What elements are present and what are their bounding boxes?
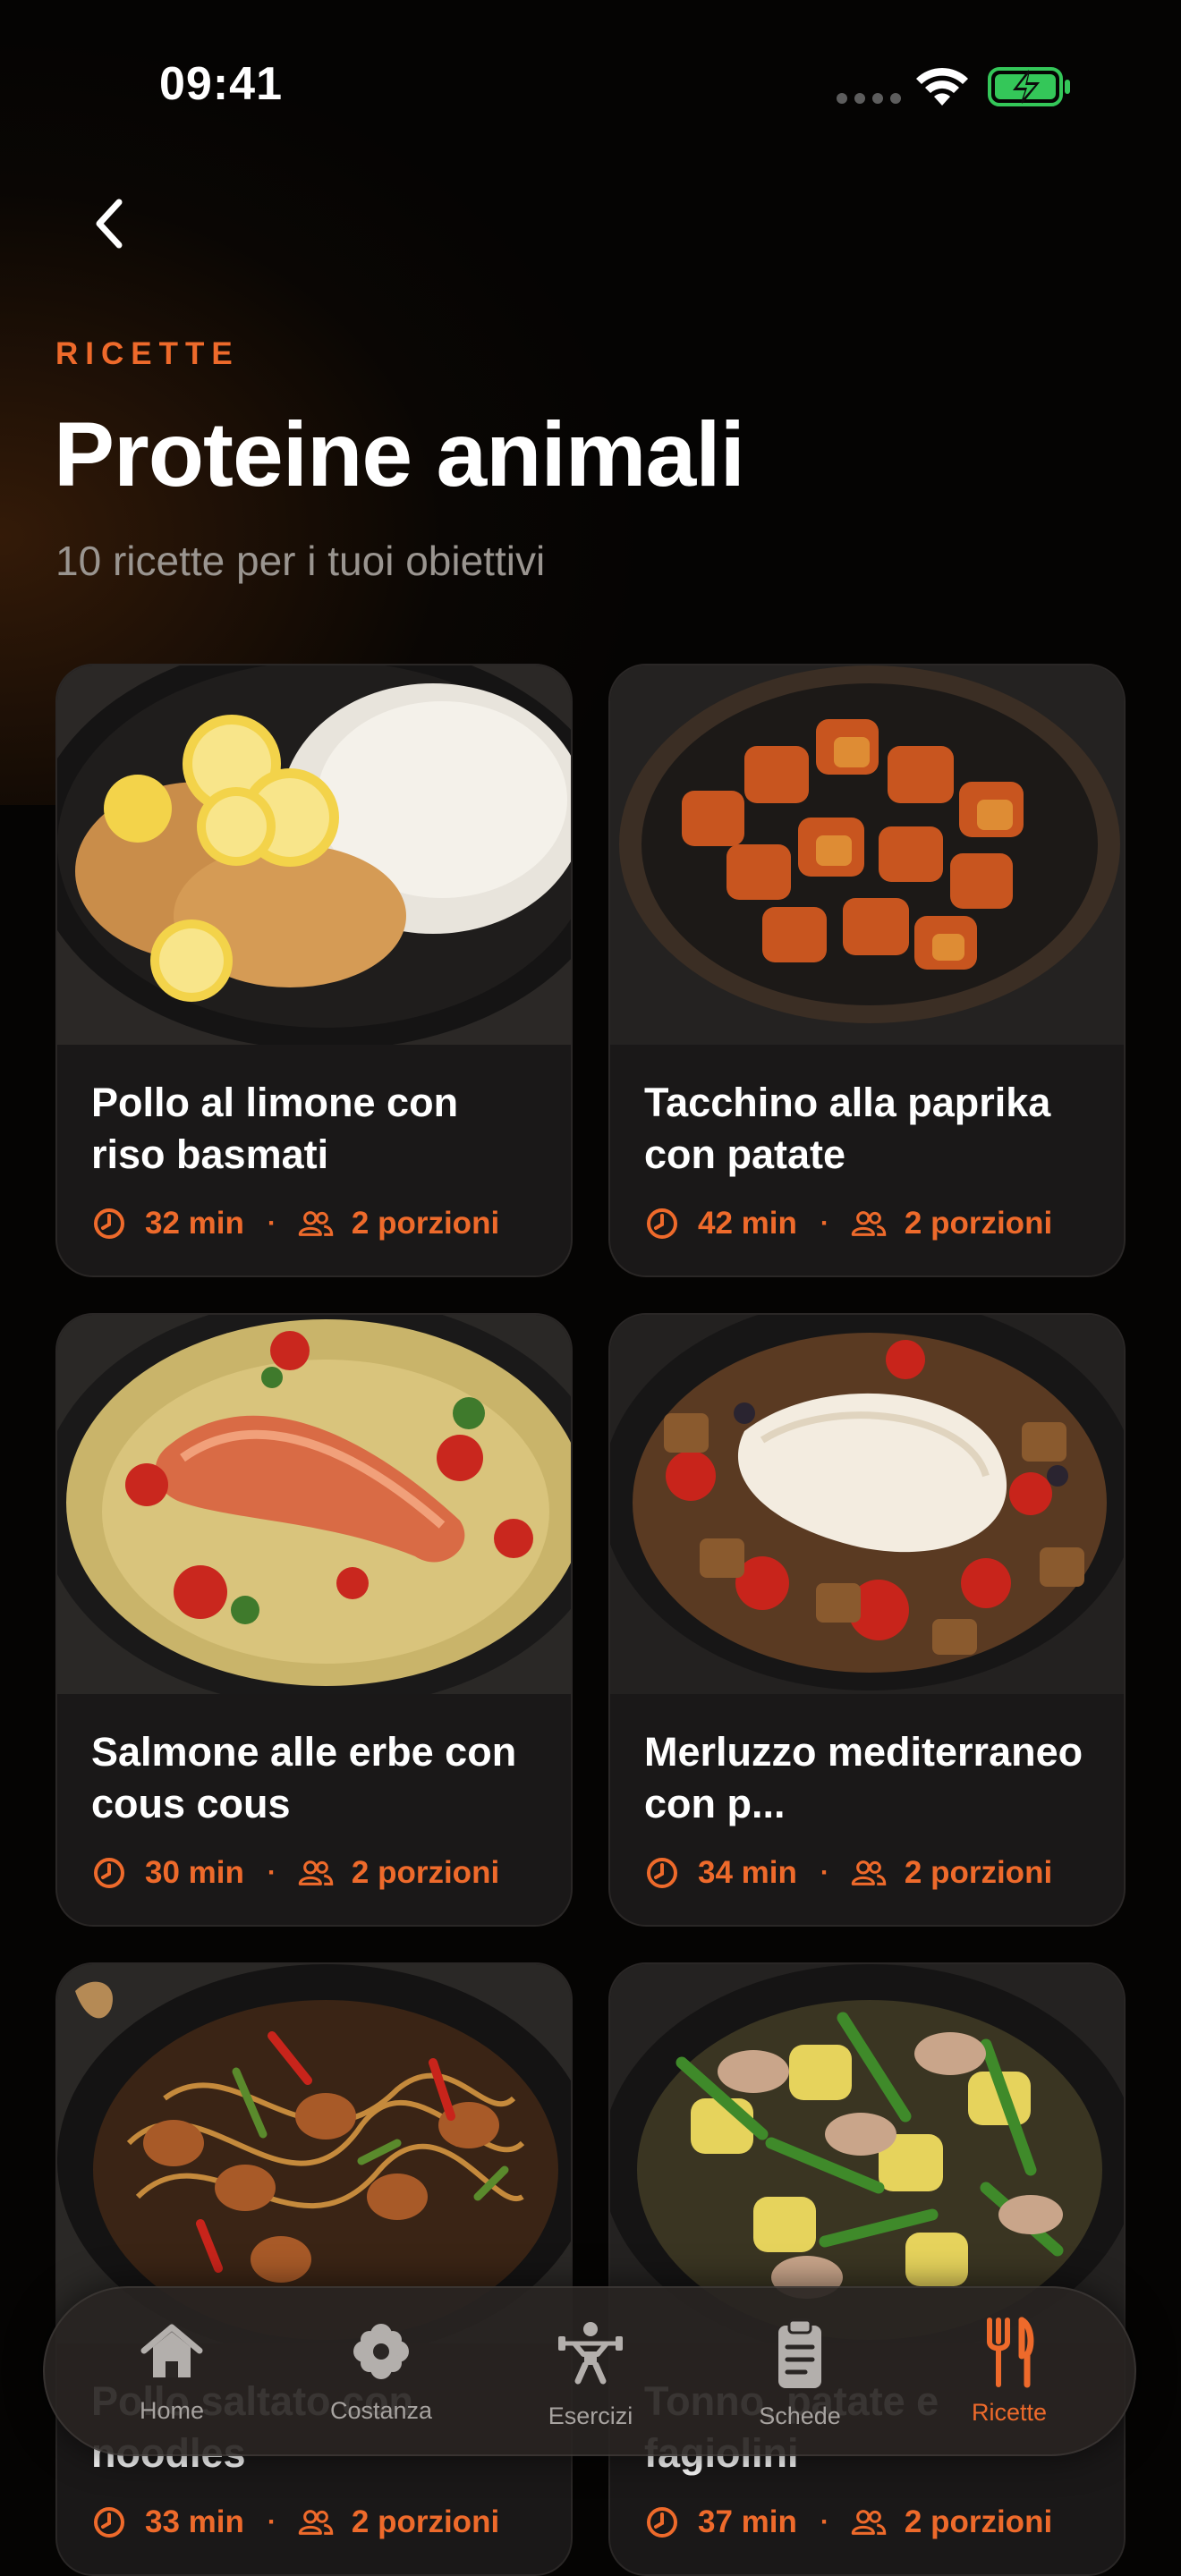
recipe-servings: 2 porzioni: [904, 1206, 1053, 1241]
recipe-time: 30 min: [145, 1855, 244, 1890]
recipe-photo: [610, 665, 1124, 1045]
tab-esercizi[interactable]: Esercizi: [501, 2288, 680, 2458]
page-title: Proteine animali: [54, 403, 745, 505]
people-icon: [851, 1855, 887, 1891]
tab-label: Costanza: [329, 2397, 433, 2424]
home-icon: [136, 2320, 208, 2386]
tab-label: Home: [139, 2397, 205, 2424]
battery-charging-icon: [988, 67, 1070, 106]
fork-knife-icon: [973, 2317, 1045, 2388]
tab-home[interactable]: Home: [82, 2288, 261, 2458]
recipe-photo: [610, 1315, 1124, 1694]
back-button[interactable]: [79, 188, 141, 259]
recipe-servings: 2 porzioni: [351, 1855, 500, 1890]
chevron-left-icon: [96, 199, 123, 249]
cellular-signal-icon: [837, 93, 901, 104]
recipe-photo: [57, 1315, 571, 1694]
recipe-servings: 2 porzioni: [351, 1206, 500, 1241]
recipe-time: 34 min: [698, 1855, 797, 1890]
recipe-time: 33 min: [145, 2504, 244, 2539]
recipe-meta: 42 min · 2 porzioni: [644, 1206, 1052, 1241]
weightlifter-icon: [555, 2317, 626, 2385]
recipe-card[interactable]: Tonno, patate e fagiolini 37 min · 2 por…: [608, 1962, 1126, 2576]
recipe-time: 32 min: [145, 1206, 244, 1241]
recipe-card[interactable]: Pollo saltato con noodles 33 min · 2 por…: [55, 1962, 573, 2576]
section-eyebrow: RICETTE: [55, 336, 240, 371]
people-icon: [851, 2504, 887, 2540]
clock-icon: [644, 2504, 680, 2540]
recipe-title: Pollo al limone con riso basmati: [91, 1080, 459, 1177]
status-time: 09:41: [159, 58, 283, 110]
recipe-servings: 2 porzioni: [904, 2504, 1053, 2539]
recipe-card[interactable]: Salmone alle erbe con cous cous 30 min ·…: [55, 1313, 573, 1927]
people-icon: [298, 1855, 334, 1891]
clock-icon: [644, 1206, 680, 1241]
wifi-icon: [916, 67, 968, 106]
flower-icon: [345, 2320, 417, 2386]
recipe-photo: [57, 665, 571, 1045]
clock-icon: [91, 1206, 127, 1241]
recipe-meta: 34 min · 2 porzioni: [644, 1855, 1052, 1891]
recipe-meta: 33 min · 2 porzioni: [91, 2504, 499, 2540]
people-icon: [851, 1206, 887, 1241]
clock-icon: [91, 1855, 127, 1891]
clock-icon: [91, 2504, 127, 2540]
recipe-title: Tacchino alla paprika con patate: [644, 1080, 1051, 1177]
recipe-meta: 32 min · 2 porzioni: [91, 1206, 499, 1241]
people-icon: [298, 1206, 334, 1241]
recipe-card[interactable]: Merluzzo mediterraneo con p... 34 min · …: [608, 1313, 1126, 1927]
recipe-servings: 2 porzioni: [904, 1855, 1053, 1890]
clipboard-icon: [764, 2318, 836, 2388]
recipe-servings: 2 porzioni: [351, 2504, 500, 2539]
recipe-meta: 37 min · 2 porzioni: [644, 2504, 1052, 2540]
tab-schede[interactable]: Schede: [710, 2288, 889, 2458]
tab-costanza[interactable]: Costanza: [292, 2288, 471, 2458]
page-subtitle: 10 ricette per i tuoi obiettivi: [55, 538, 546, 584]
recipe-time: 42 min: [698, 1206, 797, 1241]
recipe-title: Salmone alle erbe con cous cous: [91, 1729, 517, 1826]
tab-label: Ricette: [971, 2399, 1048, 2426]
recipe-card[interactable]: Pollo al limone con riso basmati 32 min …: [55, 664, 573, 1277]
recipe-title: Merluzzo mediterraneo con p...: [644, 1729, 1083, 1826]
people-icon: [298, 2504, 334, 2540]
clock-icon: [644, 1855, 680, 1891]
tab-label: Esercizi: [548, 2402, 633, 2429]
tab-label: Schede: [759, 2402, 841, 2429]
status-bar: 09:41: [0, 0, 1181, 170]
recipe-card[interactable]: Tacchino alla paprika con patate 42 min …: [608, 664, 1126, 1277]
tab-bar: Home Costanza Esercizi Schede Ricette: [43, 2286, 1136, 2456]
recipe-meta: 30 min · 2 porzioni: [91, 1855, 499, 1891]
tab-ricette[interactable]: Ricette: [920, 2288, 1099, 2458]
recipe-time: 37 min: [698, 2504, 797, 2539]
